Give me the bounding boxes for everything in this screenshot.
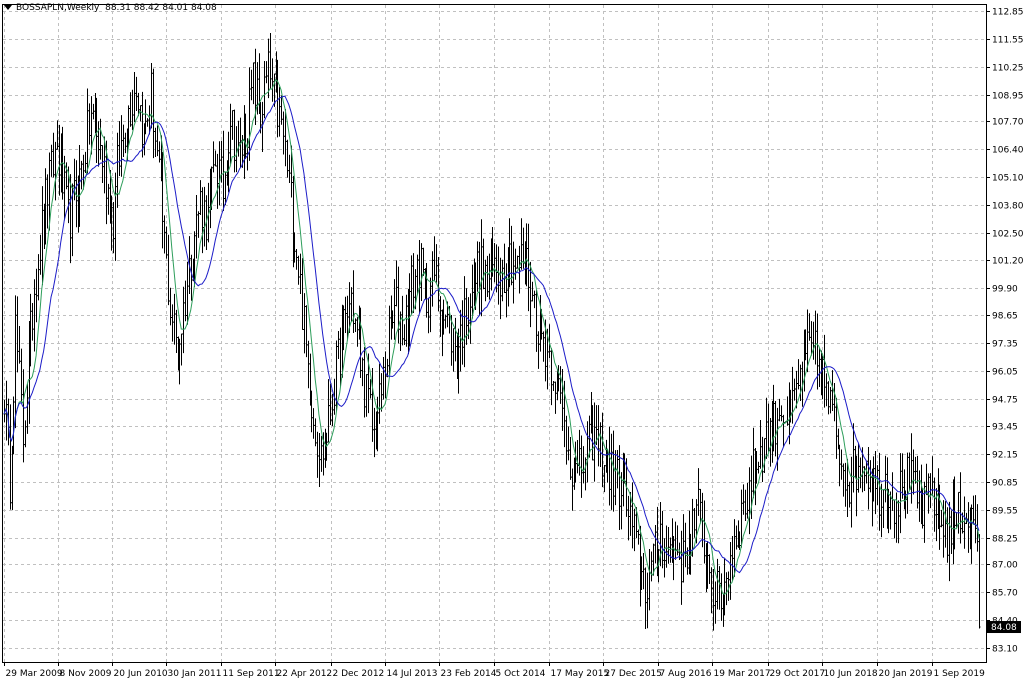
x-tick-label: 20 Jun 2010 (114, 669, 168, 679)
y-tick-label: 106.40 (992, 146, 1024, 156)
y-tick-label: 108.95 (992, 92, 1024, 102)
x-tick-label: 30 Jan 2011 (168, 669, 222, 679)
y-tick-label: 89.55 (992, 507, 1018, 517)
x-tick-label: 10 Jun 2018 (824, 669, 878, 679)
y-tick-label: 105.10 (992, 174, 1024, 184)
chart-header: BOSSAPLN,Weekly 88.31 88.42 84.01 84.08 (4, 3, 217, 13)
x-tick-label: 14 Jul 2013 (387, 669, 438, 679)
y-tick-label: 87.00 (992, 561, 1018, 571)
ohlc-readout: 88.31 88.42 84.01 84.08 (105, 3, 217, 13)
x-tick-label: 19 Mar 2017 (714, 669, 771, 679)
x-tick-label: 27 Dec 2015 (605, 669, 663, 679)
ohlc-bars (3, 33, 981, 631)
chart-window[interactable]: 112.85 111.55 110.25 108.95 107.70 106.40 105.… (0, 0, 1024, 683)
y-tick-label: 112.85 (992, 8, 1024, 18)
y-tick-label: 93.45 (992, 423, 1018, 433)
x-tick-label: 8 Nov 2009 (60, 669, 112, 679)
y-tick-label: 107.70 (992, 118, 1024, 128)
x-tick-label: 20 Jan 2019 (879, 669, 933, 679)
y-tick-label: 85.70 (992, 589, 1018, 599)
y-tick-label: 90.85 (992, 479, 1018, 489)
y-tick-label: 88.25 (992, 535, 1018, 545)
x-tick-label: 5 Oct 2014 (496, 669, 546, 679)
y-tick-label: 102.50 (992, 230, 1024, 240)
x-tick-label: 11 Sep 2011 (223, 669, 280, 679)
y-tick-label: 111.55 (992, 36, 1024, 46)
y-tick-label: 97.35 (992, 340, 1018, 350)
y-tick-label: 83.10 (992, 645, 1018, 655)
ma-slow-line (3, 95, 980, 574)
x-tick-label: 1 Sep 2019 (934, 669, 986, 679)
x-tick-label: 29 Oct 2017 (770, 669, 826, 679)
ma-fast-line (3, 78, 980, 595)
y-tick-label: 101.20 (992, 257, 1024, 267)
moving-averages (3, 78, 980, 595)
y-tick-label: 92.15 (992, 451, 1018, 461)
x-tick-label: 22 Apr 2012 (277, 669, 333, 679)
x-tick-label: 2 Dec 2012 (333, 669, 385, 679)
last-price-label: 84.08 (991, 623, 1017, 633)
y-tick-label: 94.75 (992, 396, 1018, 406)
y-tick-label: 96.05 (992, 368, 1018, 378)
x-tick-label: 23 Feb 2014 (441, 669, 497, 679)
x-tick-label: 7 Aug 2016 (660, 669, 712, 679)
y-tick-label: 98.65 (992, 312, 1018, 322)
price-chart[interactable]: 112.85 111.55 110.25 108.95 107.70 106.40 105.… (0, 0, 1024, 683)
last-price-tag: 84.08 (987, 621, 1021, 634)
y-tick-label: 103.80 (992, 202, 1024, 212)
y-tick-label: 99.90 (992, 285, 1018, 295)
grid (2, 4, 987, 663)
y-tick-label: 110.25 (992, 64, 1024, 74)
dropdown-triangle-icon[interactable] (4, 5, 12, 10)
x-tick-label: 17 May 2015 (551, 669, 610, 679)
x-tick-label: 29 Mar 2009 (6, 669, 63, 679)
symbol-timeframe: BOSSAPLN,Weekly (16, 3, 100, 13)
